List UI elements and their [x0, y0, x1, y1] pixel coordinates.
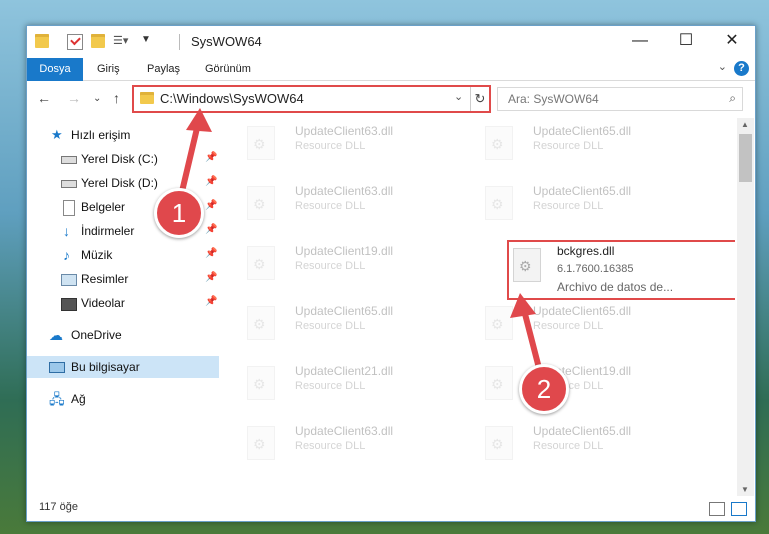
arrow-2	[521, 307, 543, 375]
callout-step-1: 1	[154, 188, 204, 238]
arrow-2-head	[510, 293, 536, 318]
tutorial-arrows	[177, 108, 543, 375]
callout-step-2: 2	[519, 364, 569, 414]
arrow-1-head	[186, 108, 212, 132]
